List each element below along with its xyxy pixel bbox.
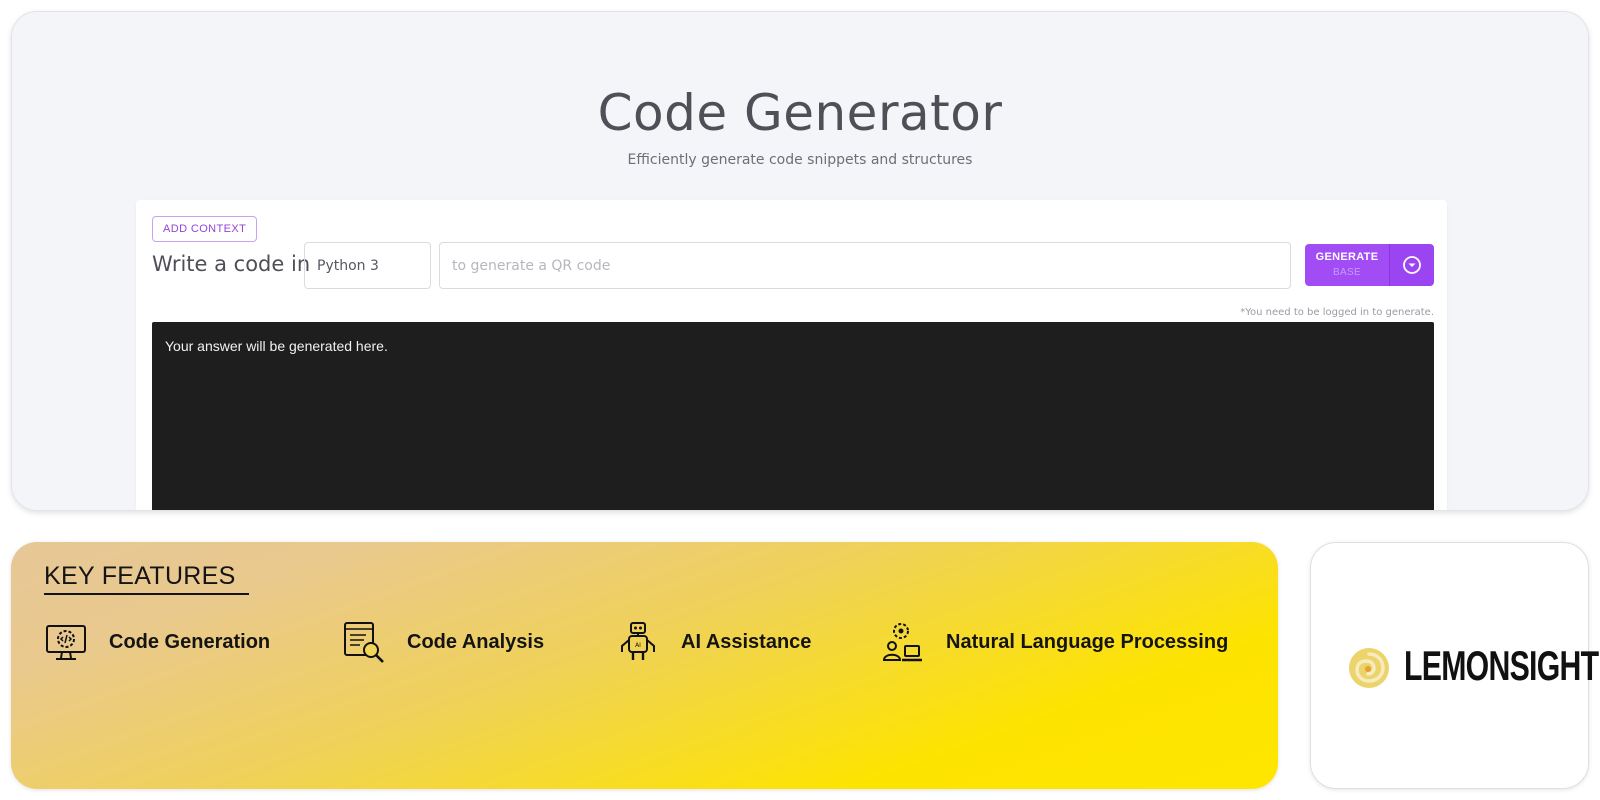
write-code-label: Write a code in xyxy=(152,252,311,276)
generator-panel: ADD CONTEXT Write a code in Python 3 to … xyxy=(136,200,1447,510)
key-features-title: KEY FEATURES xyxy=(44,562,236,590)
feature-label: Code Analysis xyxy=(407,630,545,653)
login-required-note: *You need to be logged in to generate. xyxy=(1240,307,1434,318)
language-input[interactable]: Python 3 xyxy=(304,242,431,289)
code-generator-card: Code Generator Efficiently generate code… xyxy=(11,11,1589,511)
generate-button[interactable]: GENERATE BASE xyxy=(1305,244,1389,286)
page-title: Code Generator xyxy=(597,84,1003,142)
brand-logo-text: LEMONSIGHT xyxy=(1404,642,1599,689)
generate-label: GENERATE xyxy=(1315,251,1379,263)
robot-icon: AI xyxy=(621,622,655,660)
prompt-input[interactable]: to generate a QR code xyxy=(439,242,1291,289)
svg-text:AI: AI xyxy=(635,642,641,649)
page-subtitle: Efficiently generate code snippets and s… xyxy=(627,152,973,168)
output-area: Your answer will be generated here. xyxy=(152,322,1434,510)
feature-ai-assistance: AI AI Assistance xyxy=(616,620,811,664)
output-placeholder: Your answer will be generated here. xyxy=(165,338,388,354)
monitor-gear-icon xyxy=(46,625,86,660)
key-features-card: KEY FEATURES Code Generation Code Analys… xyxy=(11,542,1278,789)
feature-label: Natural Language Processing xyxy=(946,630,1229,653)
chevron-down-icon xyxy=(1403,256,1421,274)
title-underline xyxy=(44,593,249,595)
feature-label: AI Assistance xyxy=(681,630,812,653)
document-search-icon xyxy=(344,622,384,663)
person-gear-icon xyxy=(882,623,922,662)
brand-card: LEMONSIGHT xyxy=(1310,542,1599,789)
generate-options-button[interactable] xyxy=(1389,244,1434,286)
lemon-swirl-icon xyxy=(1349,648,1389,688)
feature-code-generation: Code Generation xyxy=(44,620,270,664)
feature-code-analysis: Code Analysis xyxy=(342,620,544,664)
feature-nlp: Natural Language Processing xyxy=(881,620,1228,664)
generate-sublabel: BASE xyxy=(1333,267,1361,278)
feature-label: Code Generation xyxy=(109,630,271,653)
add-context-button[interactable]: ADD CONTEXT xyxy=(152,216,258,242)
